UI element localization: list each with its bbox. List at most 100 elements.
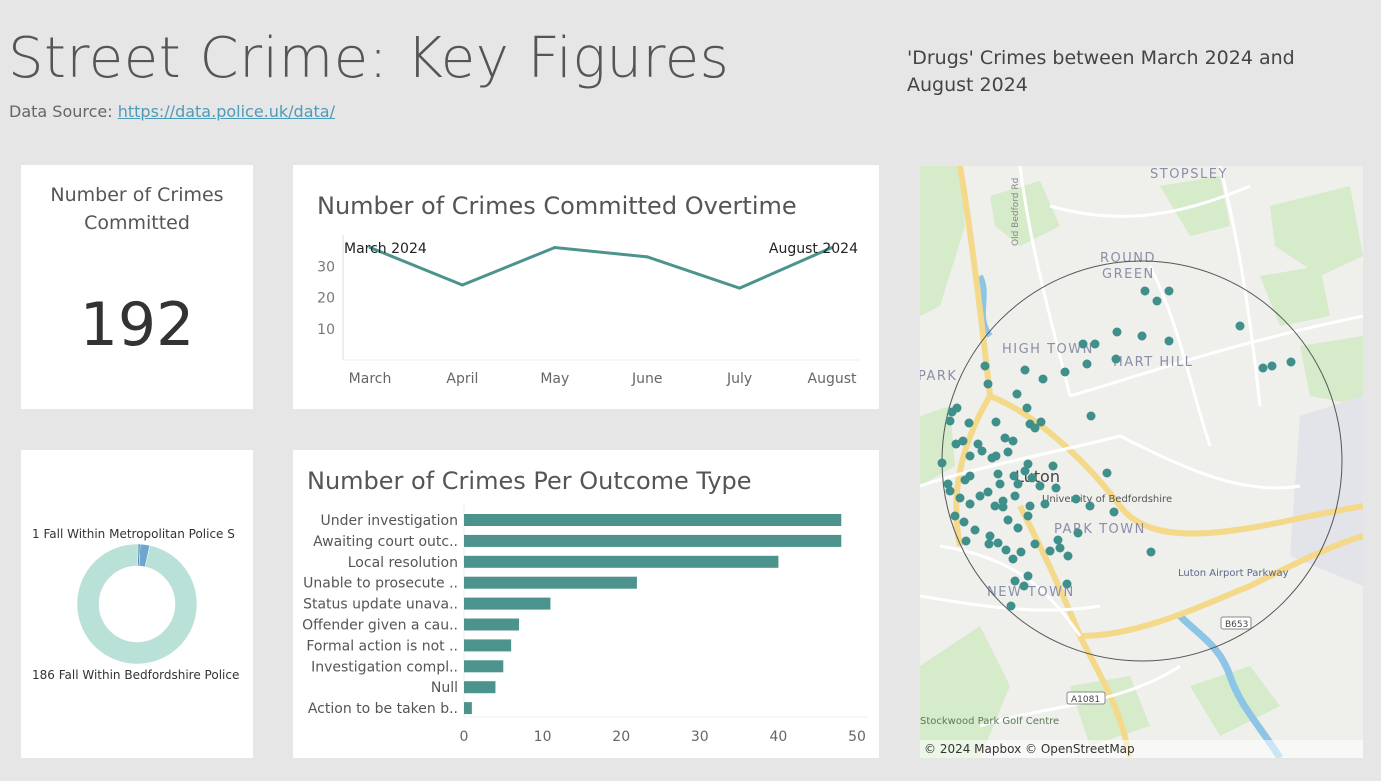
map-point — [1112, 327, 1122, 337]
map-point — [1020, 365, 1030, 375]
map-point — [1055, 543, 1065, 553]
map-point — [991, 417, 1001, 427]
bar-category-label: Local resolution — [348, 555, 458, 571]
bar-category-label: Under investigation — [321, 513, 458, 529]
x-tick-label: 10 — [534, 729, 552, 745]
bar-category-label: Formal action is not .. — [306, 638, 458, 654]
map-point — [1164, 336, 1174, 346]
bar-category-label: Action to be taken b.. — [308, 701, 458, 717]
map-point — [1111, 354, 1121, 364]
x-tick-label: July — [726, 371, 752, 387]
map-label-new-town: NEW TOWN — [987, 585, 1075, 600]
x-tick-label: 40 — [769, 729, 787, 745]
map-point — [1012, 389, 1022, 399]
bar-category-label: Status update unava.. — [303, 597, 458, 613]
map-point — [945, 416, 955, 426]
map-point — [950, 511, 960, 521]
map-point — [1235, 321, 1245, 331]
map-point — [980, 361, 990, 371]
map-point — [1022, 403, 1032, 413]
line-point — [738, 286, 742, 290]
map-point — [1140, 286, 1150, 296]
bar — [464, 576, 637, 589]
map-title: 'Drugs' Crimes between March 2024 and Au… — [907, 47, 1295, 96]
map-label-green: GREEN — [1102, 267, 1155, 282]
map-point — [1146, 547, 1156, 557]
map-point — [1071, 494, 1081, 504]
map-point — [991, 451, 1001, 461]
map-point — [1045, 546, 1055, 556]
kpi-card: Number of Crimes Committed 192 — [21, 165, 253, 409]
y-tick-label: 10 — [317, 322, 335, 338]
map-point — [983, 487, 993, 497]
map-point — [1030, 539, 1040, 549]
map-point — [1137, 331, 1147, 341]
map-point — [1086, 411, 1096, 421]
map-card[interactable]: STOPSLEY ROUND GREEN HIGH TOWN HART HILL… — [920, 166, 1363, 758]
map-point — [1051, 483, 1061, 493]
bar — [464, 597, 551, 610]
map-point — [975, 491, 985, 501]
line-chart[interactable]: 10 20 30 March April May June July August March 2… — [293, 165, 879, 409]
map-point — [1038, 374, 1048, 384]
bar-category-label: Unable to prosecute .. — [303, 576, 458, 592]
map-point — [1008, 554, 1018, 564]
map-point — [1010, 491, 1020, 501]
map-point — [1001, 545, 1011, 555]
map-point — [1008, 436, 1018, 446]
map-airport-area — [1290, 396, 1363, 586]
map[interactable]: STOPSLEY ROUND GREEN HIGH TOWN HART HILL… — [920, 166, 1363, 758]
data-source-link[interactable]: https://data.police.uk/data/ — [118, 102, 335, 121]
donut-slice — [76, 543, 198, 665]
bar-category-label: Investigation compl.. — [311, 659, 458, 675]
line-chart-card: Number of Crimes Committed Overtime 10 20… — [293, 165, 879, 409]
line-point — [460, 283, 464, 287]
map-point — [977, 446, 987, 456]
map-point — [1027, 473, 1037, 483]
bar — [464, 660, 504, 673]
bar — [464, 555, 779, 568]
map-point — [1078, 339, 1088, 349]
x-tick-label: 0 — [460, 729, 469, 745]
map-label-airport: Luton Airport Parkway — [1178, 568, 1289, 579]
map-label-road: Old Bedford Rd — [1011, 178, 1021, 246]
bar — [464, 514, 842, 526]
map-point — [1006, 601, 1016, 611]
map-point — [1025, 501, 1035, 511]
map-point — [937, 458, 947, 468]
map-point — [1073, 528, 1083, 538]
map-label-golf: Stockwood Park Golf Centre — [920, 716, 1059, 727]
map-point — [1085, 501, 1095, 511]
bar — [464, 534, 842, 547]
map-label-university: University of Bedfordshire — [1042, 494, 1172, 505]
map-point — [1030, 423, 1040, 433]
map-point — [1062, 579, 1072, 589]
y-tick-label: 30 — [317, 259, 335, 275]
map-point — [1019, 581, 1029, 591]
donut-label-top: 1 Fall Within Metropolitan Police S — [32, 527, 235, 541]
donut-chart[interactable]: 1 Fall Within Metropolitan Police S 186 F… — [21, 450, 253, 758]
map-point — [993, 538, 1003, 548]
kpi-label: Number of Crimes Committed — [50, 184, 224, 234]
map-point — [1000, 433, 1010, 443]
map-point — [1003, 447, 1013, 457]
map-point — [1009, 471, 1019, 481]
map-label-hart-hill: HART HILL — [1113, 355, 1193, 370]
map-point — [993, 469, 1003, 479]
map-point — [1040, 499, 1050, 509]
map-attribution[interactable]: © 2024 Mapbox © OpenStreetMap — [920, 740, 1363, 758]
bar — [464, 681, 496, 694]
map-point — [1003, 515, 1013, 525]
map-point — [985, 531, 995, 541]
annotation-start: March 2024 — [344, 241, 427, 257]
line-point — [553, 246, 557, 249]
map-point — [1023, 511, 1033, 521]
map-label-park: PARK — [920, 369, 957, 384]
map-label-stopsley: STOPSLEY — [1150, 167, 1228, 182]
x-tick-label: 50 — [848, 729, 866, 745]
bar — [464, 618, 520, 631]
map-point — [1286, 357, 1296, 367]
bar-chart[interactable]: Under investigation Awaiting court outc..… — [293, 450, 879, 758]
map-point — [964, 418, 974, 428]
map-point — [990, 501, 1000, 511]
